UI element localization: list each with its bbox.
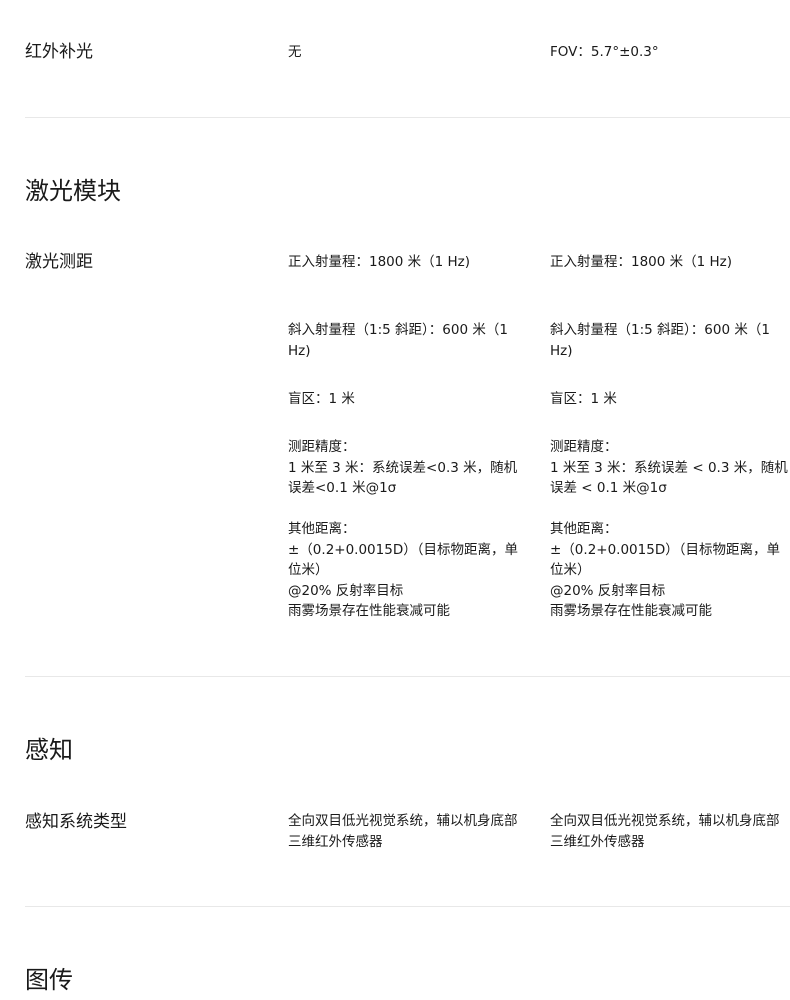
spec-accuracy-a: 测距精度： 1 米至 3 米：系统误差<0.3 米，随机误差<0.1 米@1σ <box>288 437 528 499</box>
spec-label-laser-ranging: 激光测距 <box>25 252 93 272</box>
spec-value-perception-type-a: 全向双目低光视觉系统，辅以机身底部三维红外传感器 <box>288 811 528 852</box>
spec-range-direct: 正入射量程：1800 米（1 Hz) <box>550 254 733 270</box>
spec-range-oblique-a: 斜入射量程（1:5 斜距）：600 米（1 Hz) <box>288 320 528 361</box>
spec-other-formula: ±（0.2+0.0015D）（目标物距离，单位米） <box>550 541 780 579</box>
spec-blind-zone: 盲区：1 米 <box>550 391 617 407</box>
spec-accuracy-b: 测距精度： 1 米至 3 米：系统误差 < 0.3 米，随机误差 < 0.1 米… <box>550 437 790 499</box>
spec-accuracy-title: 测距精度： <box>288 439 356 455</box>
spec-other-title: 其他距离： <box>288 521 356 537</box>
spec-text: 无 <box>288 44 302 60</box>
spec-page: 红外补光 无 FOV：5.7°±0.3° 激光模块 激光测距 正入射量程：180… <box>0 0 790 1000</box>
spec-value-ir-fill-a: 无 <box>288 42 528 63</box>
spec-other-weather: 雨雾场景存在性能衰减可能 <box>550 603 712 619</box>
section-title-laser-module: 激光模块 <box>25 177 121 205</box>
spec-other-weather: 雨雾场景存在性能衰减可能 <box>288 603 450 619</box>
spec-text: 全向双目低光视觉系统，辅以机身底部三维红外传感器 <box>288 813 518 850</box>
spec-other-reflect: @20% 反射率目标 <box>288 582 404 599</box>
spec-text: 全向双目低光视觉系统，辅以机身底部三维红外传感器 <box>550 813 780 850</box>
spec-value-perception-type-b: 全向双目低光视觉系统，辅以机身底部三维红外传感器 <box>550 811 790 852</box>
spec-value-ir-fill-b: FOV：5.7°±0.3° <box>550 42 790 63</box>
spec-blind-zone-a: 盲区：1 米 <box>288 389 528 410</box>
spec-value-laser-ranging-b: 正入射量程：1800 米（1 Hz) <box>550 252 790 273</box>
spec-range-oblique-b: 斜入射量程（1:5 斜距）：600 米（1 Hz) <box>550 320 790 361</box>
section-title-perception: 感知 <box>25 736 73 764</box>
spec-other-title: 其他距离： <box>550 521 618 537</box>
spec-range-direct: 正入射量程：1800 米（1 Hz) <box>288 254 471 270</box>
section-title-image-transmission: 图传 <box>25 966 73 994</box>
divider <box>25 117 790 118</box>
spec-other-reflect: @20% 反射率目标 <box>550 582 666 599</box>
spec-blind-zone: 盲区：1 米 <box>288 391 355 407</box>
spec-label-perception-type: 感知系统类型 <box>25 812 127 832</box>
spec-range-oblique: 斜入射量程（1:5 斜距）：600 米（1 Hz) <box>288 322 508 359</box>
divider <box>25 676 790 677</box>
spec-text: FOV：5.7°±0.3° <box>550 44 659 60</box>
spec-accuracy-text: 1 米至 3 米：系统误差 < 0.3 米，随机误差 < 0.1 米@1σ <box>550 459 788 497</box>
spec-value-laser-ranging-a: 正入射量程：1800 米（1 Hz) <box>288 252 528 273</box>
spec-other-range-a: 其他距离： ±（0.2+0.0015D）（目标物距离，单位米） @20% 反射率… <box>288 519 528 622</box>
spec-accuracy-title: 测距精度： <box>550 439 618 455</box>
spec-range-oblique: 斜入射量程（1:5 斜距）：600 米（1 Hz) <box>550 322 770 359</box>
divider <box>25 906 790 907</box>
spec-other-range-b: 其他距离： ±（0.2+0.0015D）（目标物距离，单位米） @20% 反射率… <box>550 519 790 622</box>
spec-label-ir-fill: 红外补光 <box>25 42 93 62</box>
spec-blind-zone-b: 盲区：1 米 <box>550 389 790 410</box>
spec-accuracy-text: 1 米至 3 米：系统误差<0.3 米，随机误差<0.1 米@1σ <box>288 459 518 497</box>
spec-other-formula: ±（0.2+0.0015D）（目标物距离，单位米） <box>288 541 518 579</box>
